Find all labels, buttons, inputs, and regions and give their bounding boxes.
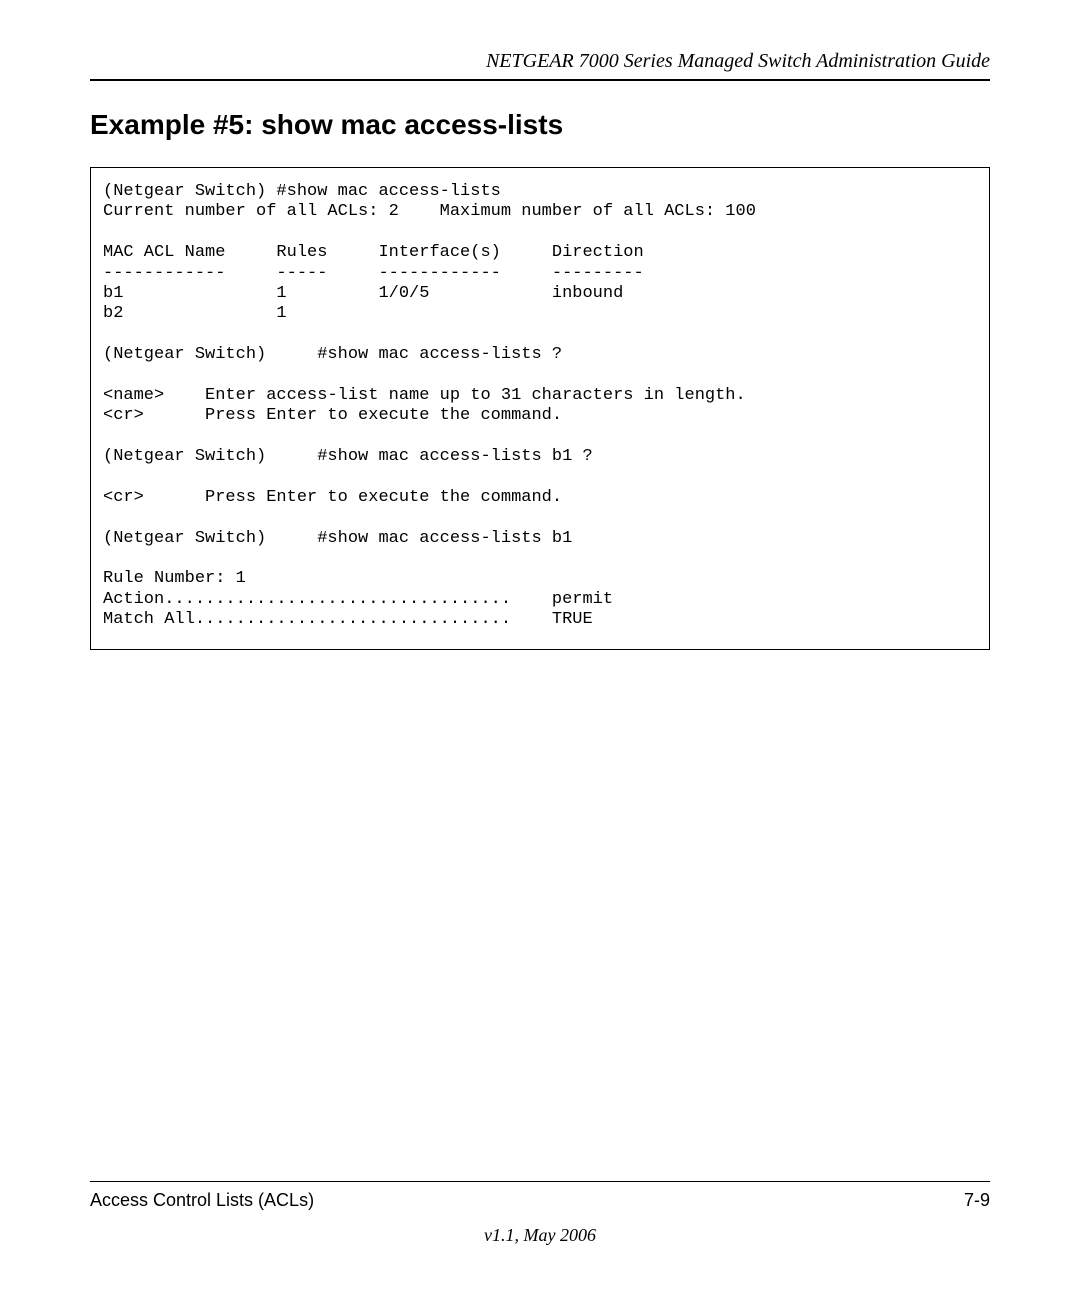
footer-line: Access Control Lists (ACLs) 7-9: [90, 1181, 990, 1211]
running-header: NETGEAR 7000 Series Managed Switch Admin…: [90, 50, 990, 81]
footer-version: v1.1, May 2006: [90, 1225, 990, 1246]
section-title: Example #5: show mac access-lists: [90, 109, 990, 141]
doc-title: NETGEAR 7000 Series Managed Switch Admin…: [486, 50, 990, 72]
code-block: (Netgear Switch) #show mac access-lists …: [90, 167, 990, 650]
page-footer: Access Control Lists (ACLs) 7-9 v1.1, Ma…: [90, 1181, 990, 1246]
footer-section-name: Access Control Lists (ACLs): [90, 1190, 314, 1211]
footer-page-number: 7-9: [964, 1190, 990, 1211]
